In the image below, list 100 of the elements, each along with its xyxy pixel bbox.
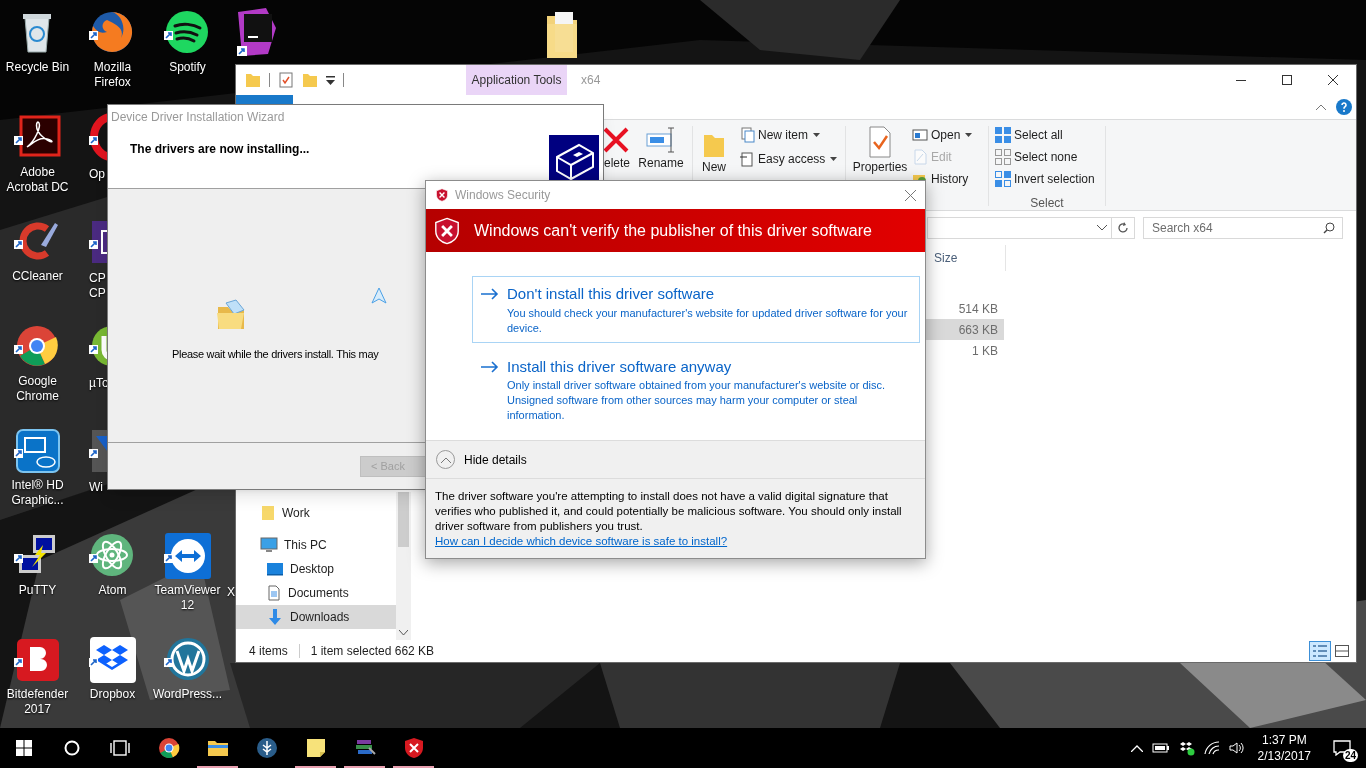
nav-item[interactable]: Documents: [236, 581, 396, 605]
refresh-button[interactable]: [1112, 217, 1135, 239]
option-button[interactable]: Don't install this driver software You should check your manufacturer's website for updated driver software for your device.: [472, 276, 920, 343]
ribbon-button[interactable]: Select all: [995, 126, 1099, 144]
task-view-icon: [110, 740, 130, 756]
refresh-icon: [1117, 222, 1129, 234]
ribbon-label[interactable]: elete: [604, 156, 631, 170]
window-title: Device Driver Installation Wizard: [108, 105, 603, 128]
window-title: Windows Security: [455, 187, 551, 204]
close-icon: [904, 189, 916, 201]
chevron-up-icon[interactable]: [1130, 744, 1143, 752]
paper-plane-icon: [371, 287, 387, 307]
delete-icon[interactable]: [602, 126, 630, 154]
battery-icon[interactable]: [1151, 742, 1170, 754]
app-logo-icon[interactable]: [236, 6, 278, 58]
banner-title: Windows can't verify the publisher of this driver software: [474, 220, 872, 241]
volume-icon[interactable]: [1228, 741, 1245, 755]
collapse-ribbon-icon[interactable]: [1316, 104, 1326, 110]
icon-label: Atom: [97, 582, 128, 598]
icon-label: Adobe Acrobat DC: [5, 164, 70, 195]
ribbon-label[interactable]: New: [702, 158, 726, 176]
ribbon-label[interactable]: Rename: [638, 154, 684, 172]
arrows-logo-icon[interactable]: [162, 530, 213, 581]
chevron-down-icon: [1097, 225, 1107, 231]
icon-label: Bitdefender 2017: [5, 687, 70, 717]
folder-icon[interactable]: [545, 10, 579, 60]
ribbon-button[interactable]: Open: [912, 126, 982, 144]
ribbon-button[interactable]: New item: [739, 126, 839, 144]
option-button[interactable]: Install this driver software anyway Only install driver software obtained from your manufacturer's website or disc. Unsigned software from other sources may harm your computer or steal information.: [472, 348, 920, 430]
document-icon: [266, 585, 282, 601]
help-icon[interactable]: [1336, 99, 1352, 115]
pin-document-icon: [739, 151, 755, 167]
icon-label: Spotify: [168, 60, 207, 75]
details-text: The driver software you're attempting to install does not have a valid digital signature that verifies who published it, and could potentially be malicious software. You should only install driver software from publishers you trust. How can I decide which device software is safe to install?: [435, 489, 903, 549]
icon-label: Google Chrome: [15, 373, 60, 404]
tiles-icon: [1335, 645, 1349, 657]
nav-item[interactable]: Work: [236, 501, 396, 525]
wizard-heading: The drivers are now installing...: [130, 141, 310, 158]
new-item-icon: [739, 127, 755, 143]
ribbon-button[interactable]: Easy access: [739, 150, 839, 168]
scrollbar-thumb[interactable]: [398, 492, 409, 547]
icon-label: WordPress...: [151, 687, 224, 702]
rename-icon[interactable]: [645, 126, 677, 154]
maximize-icon: [1282, 75, 1292, 85]
details-toggle[interactable]: Hide details: [464, 450, 527, 469]
notification-button[interactable]: 24: [1324, 728, 1360, 768]
wizard-message: Please wait while the drivers install. This may: [172, 347, 379, 362]
context-tab-header: Application Tools: [466, 65, 567, 95]
help-link[interactable]: How can I decide which device software is safe to install?: [435, 535, 728, 547]
select-all-icon: [995, 127, 1011, 143]
properties-icon[interactable]: [278, 72, 294, 88]
status-text: 1 item selected 662 KB: [310, 643, 435, 660]
display-logo-icon[interactable]: [12, 426, 63, 476]
group-label: Select: [1029, 195, 1065, 212]
scrollbar[interactable]: [396, 492, 411, 640]
icon-label: TeamViewer 12: [153, 582, 222, 613]
option-title: Don't install this driver software: [507, 284, 716, 304]
box-logo-icon[interactable]: [87, 635, 138, 685]
folder-icon: [260, 505, 276, 521]
shield-error-icon: [433, 216, 461, 245]
option-description: Only install driver software obtained from your manufacturer's website or disc. Unsigned software from other sources may harm your computer or steal information.: [507, 378, 887, 423]
notification-badge: 24: [1342, 749, 1358, 762]
icon-label: PuTTY: [17, 582, 58, 598]
download-arrow-icon: [266, 608, 284, 626]
running-indicator: [295, 766, 336, 768]
status-text: 4 items: [249, 643, 288, 660]
tree-logo-icon: [254, 736, 279, 760]
running-indicator: [344, 766, 385, 768]
icon-label: X: [227, 584, 235, 600]
cloud-sync-icon[interactable]: [1178, 740, 1195, 756]
invert-selection-icon: [995, 171, 1011, 187]
browser-icon: [156, 736, 181, 760]
shield-icon: [435, 188, 449, 202]
nav-item[interactable]: Downloads: [236, 605, 396, 629]
ribbon-label[interactable]: Properties: [852, 158, 908, 176]
icon-label: Mozilla Firefox: [92, 60, 133, 90]
icon-label: Recycle Bin: [4, 60, 71, 75]
dropdown-icon[interactable]: [326, 75, 335, 85]
chevron-down-icon[interactable]: [399, 630, 408, 636]
list-icon: [1313, 645, 1327, 657]
table-cell[interactable]: 1 KB: [926, 340, 1004, 361]
search-field[interactable]: Search x64: [1143, 217, 1343, 239]
windows-logo-icon: [16, 740, 32, 756]
circle-icon: [64, 740, 80, 756]
clock[interactable]: 1:37 PM 2/13/2017: [1253, 732, 1315, 764]
open-folder-icon: [216, 299, 246, 331]
ribbon-button[interactable]: Select none: [995, 148, 1099, 166]
arrow-right-icon: [481, 288, 499, 300]
icon-label: Op: [89, 166, 105, 182]
nav-item[interactable]: This PC: [236, 533, 396, 557]
wifi-icon[interactable]: [1203, 741, 1220, 755]
table-cell[interactable]: 663 KB: [926, 319, 1004, 340]
nav-item[interactable]: Desktop: [236, 557, 396, 581]
ribbon-button[interactable]: Invert selection: [995, 170, 1099, 188]
close-icon: [1328, 75, 1338, 85]
properties-icon[interactable]: [867, 126, 893, 158]
table-cell[interactable]: 514 KB: [926, 298, 1004, 319]
icon-label: Intel® HD Graphic...: [10, 478, 65, 508]
minimize-icon: [1236, 79, 1246, 81]
window-title: x64: [581, 72, 601, 89]
